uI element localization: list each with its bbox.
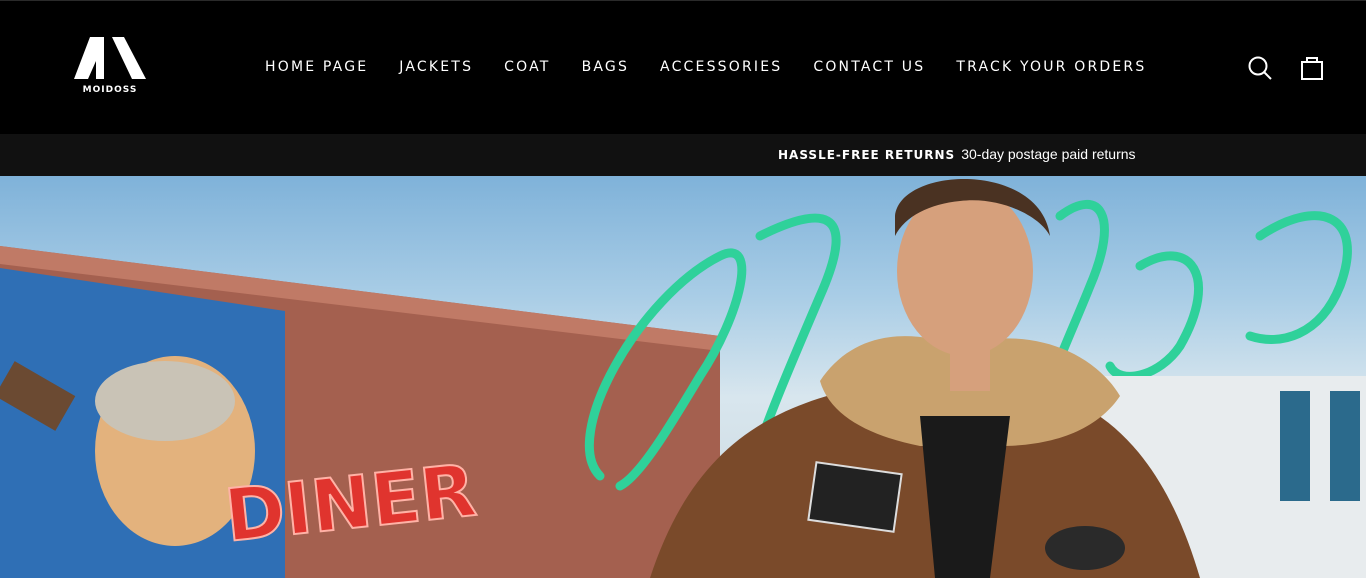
announcement-detail: 30-day postage paid returns bbox=[961, 146, 1136, 162]
site-header: MOIDOSS HOME PAGE JACKETS COAT BAGS ACCE… bbox=[0, 0, 1366, 134]
announcement-text: HASSLE-FREE RETURNS 30-day postage paid r… bbox=[778, 146, 1136, 162]
hero-image: DINER bbox=[0, 178, 1366, 578]
search-button[interactable] bbox=[1247, 55, 1273, 81]
announcement-bold: HASSLE-FREE RETURNS bbox=[778, 148, 956, 162]
hero-banner[interactable]: DINER bbox=[0, 176, 1366, 578]
announcement-bar: HASSLE-FREE RETURNS 30-day postage paid r… bbox=[0, 134, 1366, 176]
logo-mark-icon bbox=[74, 37, 146, 79]
nav-item-coat[interactable]: COAT bbox=[504, 59, 550, 75]
brand-name: MOIDOSS bbox=[82, 85, 138, 95]
shopping-bag-icon bbox=[1301, 57, 1323, 80]
main-nav: HOME PAGE JACKETS COAT BAGS ACCESSORIES … bbox=[265, 59, 1146, 75]
nav-item-track-your-orders[interactable]: TRACK YOUR ORDERS bbox=[956, 59, 1146, 75]
nav-item-accessories[interactable]: ACCESSORIES bbox=[660, 59, 782, 75]
search-icon bbox=[1248, 56, 1272, 80]
nav-item-contact-us[interactable]: CONTACT US bbox=[813, 59, 925, 75]
cart-button[interactable] bbox=[1299, 55, 1325, 81]
nav-item-bags[interactable]: BAGS bbox=[582, 59, 629, 75]
nav-item-jackets[interactable]: JACKETS bbox=[399, 59, 473, 75]
nav-item-home-page[interactable]: HOME PAGE bbox=[265, 59, 368, 75]
brand-logo[interactable]: MOIDOSS bbox=[74, 37, 146, 99]
